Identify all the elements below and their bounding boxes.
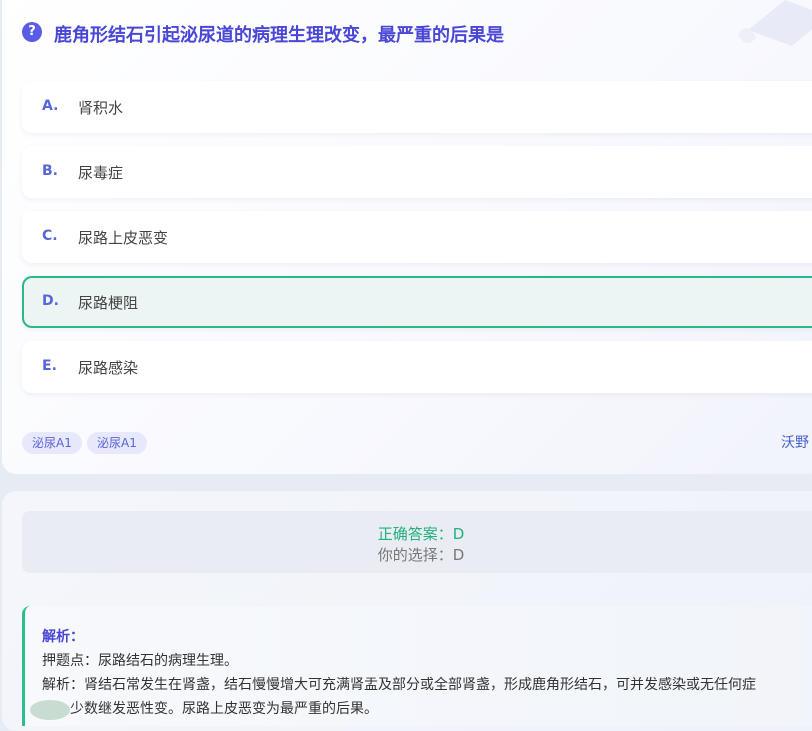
- category-tag[interactable]: 泌尿A1: [22, 432, 82, 454]
- option-letter: A.: [42, 98, 59, 114]
- option-b[interactable]: B. 尿毒症: [22, 146, 812, 198]
- option-text: 肾积水: [78, 99, 124, 117]
- option-text: 尿路感染: [78, 359, 139, 377]
- question-title: 鹿角形结石引起泌尿道的病理生理改变，最严重的后果是: [54, 25, 504, 46]
- option-letter: B.: [42, 163, 58, 179]
- graduation-cap-icon: [738, 0, 812, 46]
- analysis-point: 押题点：尿路结石的病理生理。: [42, 653, 238, 669]
- source-link[interactable]: 沃野: [781, 432, 809, 452]
- option-letter: D.: [42, 293, 59, 309]
- question-icon: ?: [22, 22, 42, 42]
- option-letter: C.: [42, 228, 58, 244]
- option-d-selected[interactable]: D. 尿路梗阻: [22, 276, 812, 328]
- avatar: [30, 700, 70, 720]
- option-c[interactable]: C. 尿路上皮恶变: [22, 211, 812, 263]
- your-choice: 你的选择：D: [377, 546, 465, 564]
- option-text: 尿毒症: [78, 164, 124, 182]
- analysis-panel: 解析： 押题点：尿路结石的病理生理。 解析：肾结石常发生在肾盏，结石慢慢增大可充…: [22, 606, 812, 726]
- analysis-title: 解析：: [42, 629, 84, 645]
- option-e[interactable]: E. 尿路感染: [22, 341, 812, 393]
- analysis-body: 解析：肾结石常发生在肾盏，结石慢慢增大可充满肾盂及部分或全部肾盏，形成鹿角形结石…: [42, 677, 756, 693]
- correct-answer: 正确答案：D: [377, 525, 465, 543]
- option-a[interactable]: A. 肾积水: [22, 81, 812, 133]
- answer-box: 正确答案：D 你的选择：D: [22, 511, 812, 573]
- option-text: 尿路梗阻: [78, 294, 139, 312]
- category-tag[interactable]: 泌尿A1: [87, 432, 147, 454]
- option-letter: E.: [42, 358, 57, 374]
- analysis-body-continued: 状，少数继发恶性变。尿路上皮恶变为最严重的后果。: [42, 701, 378, 717]
- option-text: 尿路上皮恶变: [78, 229, 169, 247]
